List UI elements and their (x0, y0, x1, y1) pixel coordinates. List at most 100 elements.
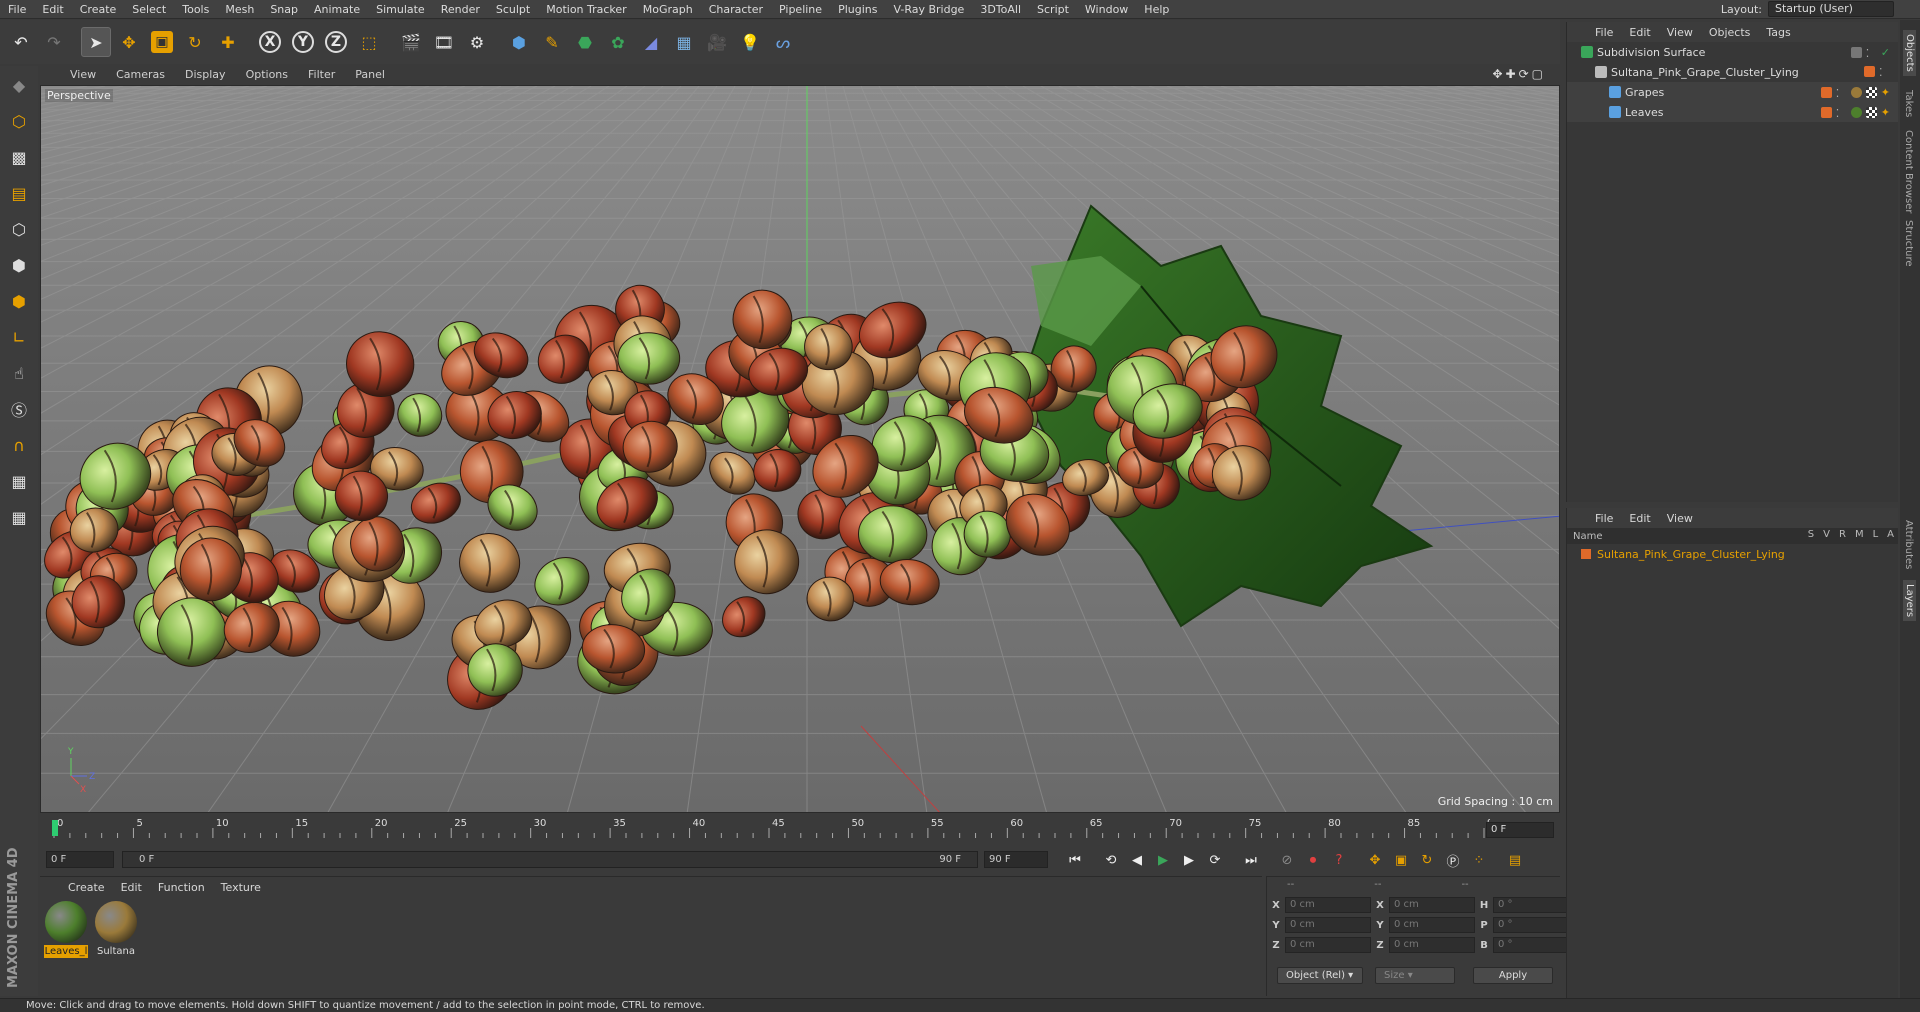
deformer-icon[interactable]: ◢ (636, 27, 666, 57)
axis-mode-icon[interactable]: ∟ (4, 322, 34, 352)
light-icon[interactable]: 💡 (735, 27, 765, 57)
layer-menu-file[interactable]: File (1587, 512, 1621, 525)
side-tab-content-browser[interactable]: Content Browser (1903, 130, 1914, 213)
size-z-field[interactable]: 0 cm (1389, 937, 1475, 953)
uvw-tag-icon[interactable] (1865, 87, 1877, 98)
make-editable-icon[interactable]: ◆ (4, 70, 34, 100)
object-row[interactable]: Sultana_Pink_Grape_Cluster_Lying ⁚ (1567, 62, 1898, 82)
snap-icon[interactable]: Ⓢ (4, 394, 34, 424)
prev-key-icon[interactable]: ⟲ (1100, 849, 1122, 871)
camera-icon[interactable]: 🎥 (702, 27, 732, 57)
cube-primitive-icon[interactable]: ⬢ (504, 27, 534, 57)
position-x-field[interactable]: 0 cm (1285, 897, 1371, 913)
layer-color-icon[interactable] (1864, 66, 1875, 77)
keyframe-selection-icon[interactable]: ⊘ (1276, 849, 1298, 871)
object-row[interactable]: Leaves ⁚ ✦ (1567, 102, 1898, 122)
render-picture-viewer-icon[interactable]: 🎞 (429, 27, 459, 57)
workplane-mode-icon[interactable]: ▤ (4, 178, 34, 208)
play-icon[interactable]: ▶ (1152, 849, 1174, 871)
side-tab-attributes[interactable]: Attributes (1903, 520, 1914, 569)
layer-color-icon[interactable] (1820, 87, 1832, 98)
polygons-mode-icon[interactable]: ⬢ (4, 286, 34, 316)
object-menu-edit[interactable]: Edit (1621, 26, 1658, 39)
material-swatch[interactable]: Sultana (94, 901, 138, 958)
rotate-tool-icon[interactable]: ↻ (180, 27, 210, 57)
goto-start-icon[interactable]: ⏮ (1064, 849, 1086, 871)
menu-edit[interactable]: Edit (34, 0, 71, 19)
visibility-dots-icon[interactable]: ⁚ (1879, 66, 1890, 79)
phong-tag-icon[interactable]: ✦ (1881, 106, 1890, 119)
material-menu-texture[interactable]: Texture (213, 881, 269, 894)
material-menu-create[interactable]: Create (60, 881, 113, 894)
render-settings-icon[interactable]: ⚙ (462, 27, 492, 57)
render-view-icon[interactable]: 🎬 (396, 27, 426, 57)
viewport-menu-cameras[interactable]: Cameras (106, 68, 175, 81)
select-tool-icon[interactable]: ➤ (81, 27, 111, 57)
side-tab-structure[interactable]: Structure (1903, 220, 1914, 267)
scale-tool-icon[interactable]: ▣ (147, 27, 177, 57)
menu-simulate[interactable]: Simulate (368, 0, 433, 19)
material-swatch[interactable]: Leaves_l (44, 901, 88, 958)
object-menu-objects[interactable]: Objects (1701, 26, 1759, 39)
menu-motion-tracker[interactable]: Motion Tracker (538, 0, 634, 19)
material-tag-icon[interactable] (1850, 107, 1862, 118)
menu-sculpt[interactable]: Sculpt (488, 0, 538, 19)
menu-3dtoall[interactable]: 3DToAll (972, 0, 1029, 19)
start-frame-field[interactable]: 0 F (46, 851, 114, 868)
current-frame-field[interactable]: 0 F (1486, 822, 1554, 838)
side-tab-takes[interactable]: Takes (1903, 90, 1914, 117)
next-key-icon[interactable]: ⟳ (1204, 849, 1226, 871)
phong-tag-icon[interactable]: ✦ (1881, 86, 1890, 99)
layout-select[interactable]: Startup (User) (1768, 1, 1894, 17)
viewport-nav-icons[interactable]: ✥✚⟳▢ (1492, 67, 1546, 81)
undo-icon[interactable]: ↶ (6, 27, 36, 57)
object-row[interactable]: Subdivision Surface ⁚ ✓ (1567, 42, 1898, 62)
size-x-field[interactable]: 0 cm (1389, 897, 1475, 913)
autokey-icon[interactable]: ? (1328, 849, 1350, 871)
layer-menu-view[interactable]: View (1659, 512, 1701, 525)
playhead-marker[interactable] (52, 820, 58, 836)
side-tab-objects[interactable]: Objects (1903, 30, 1916, 76)
viewport-menu-options[interactable]: Options (236, 68, 298, 81)
menu-pipeline[interactable]: Pipeline (771, 0, 830, 19)
redo-icon[interactable]: ↷ (39, 27, 69, 57)
layer-row[interactable]: Sultana_Pink_Grape_Cluster_Lying (1567, 544, 1898, 564)
key-rotation-icon[interactable]: ↻ (1416, 849, 1438, 871)
size-mode-dropdown[interactable]: Size ▾ (1375, 967, 1455, 984)
end-frame-field[interactable]: 90 F (984, 851, 1048, 868)
menu-file[interactable]: File (0, 0, 34, 19)
material-menu-function[interactable]: Function (150, 881, 213, 894)
lock-workplane-icon[interactable]: ▦ (4, 466, 34, 496)
object-row[interactable]: Grapes ⁚ ✦ (1567, 82, 1898, 102)
texture-mode-icon[interactable]: ▩ (4, 142, 34, 172)
uvw-tag-icon[interactable] (1865, 107, 1877, 118)
size-y-field[interactable]: 0 cm (1389, 917, 1475, 933)
layer-color-swatch[interactable] (1581, 549, 1591, 559)
transform-tool-icon[interactable]: ✚ (213, 27, 243, 57)
3d-viewport[interactable]: Y Z X Perspective Grid Spacing : 10 cm (40, 85, 1560, 813)
material-tag-icon[interactable] (1850, 87, 1862, 98)
y-axis-lock-icon[interactable]: Y (288, 27, 318, 57)
key-pla-icon[interactable]: ⁘ (1468, 849, 1490, 871)
move-tool-icon[interactable]: ✥ (114, 27, 144, 57)
goto-end-icon[interactable]: ⏭ (1240, 849, 1262, 871)
menu-animate[interactable]: Animate (306, 0, 368, 19)
points-mode-icon[interactable]: ⬡ (4, 214, 34, 244)
menu-select[interactable]: Select (124, 0, 174, 19)
menu-help[interactable]: Help (1136, 0, 1177, 19)
timeline-window-icon[interactable]: ▤ (1504, 849, 1526, 871)
position-z-field[interactable]: 0 cm (1285, 937, 1371, 953)
menu-render[interactable]: Render (433, 0, 488, 19)
menu-v-ray-bridge[interactable]: V-Ray Bridge (885, 0, 972, 19)
python-icon[interactable]: ᔕ (768, 27, 798, 57)
model-mode-icon[interactable]: ⬡ (4, 106, 34, 136)
menu-tools[interactable]: Tools (174, 0, 217, 19)
next-frame-icon[interactable]: ▶ (1178, 849, 1200, 871)
material-preview-ball[interactable] (95, 901, 137, 943)
timeline-ruler[interactable]: 051015202530354045505560657075808590 (50, 816, 1490, 840)
object-menu-file[interactable]: File (1587, 26, 1621, 39)
floor-scene-icon[interactable]: ▦ (669, 27, 699, 57)
menu-mesh[interactable]: Mesh (217, 0, 262, 19)
planar-workplane-icon[interactable]: ▦ (4, 502, 34, 532)
mograph-cloner-icon[interactable]: ✿ (603, 27, 633, 57)
